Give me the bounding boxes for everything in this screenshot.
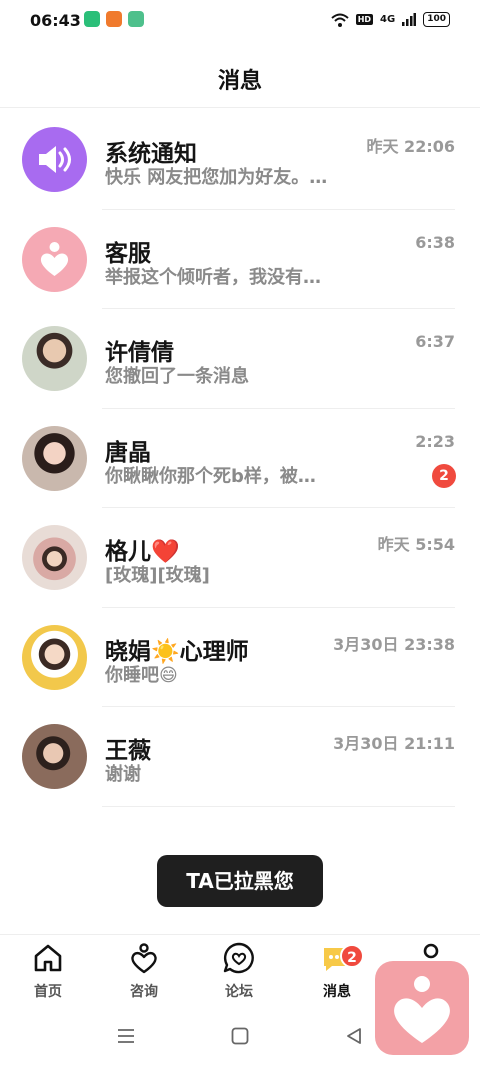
conversation-item[interactable]: 客服 举报这个倾听者，我没有… 6:38 [0,210,480,309]
conversation-item[interactable]: 唐晶 你瞅瞅你那个死b样，被… 2:23 2 [0,409,480,508]
conversation-preview: 您撤回了一条消息 [105,366,249,387]
avatar [22,724,87,789]
conversation-time: 3月30日 21:11 [333,734,455,753]
conversation-preview: 你睡吧😄 [105,664,178,686]
speaker-icon [22,127,87,192]
menu-icon[interactable] [116,1026,136,1046]
tab-label: 首页 [34,984,62,1000]
conversation-preview: 举报这个倾听者，我没有… [105,266,321,288]
tab-label: 咨询 [130,984,158,1000]
conversation-item[interactable]: 格儿❤️ [玫瑰][玫瑰] 昨天 5:54 [0,508,480,608]
unread-badge: 2 [432,463,456,488]
toast-message: TA已拉黑您 [157,855,323,907]
conversation-item[interactable]: 晓娟☀️心理师 你睡吧😄 3月30日 23:38 [0,608,480,707]
conversation-preview: 快乐 网友把您加为好友。… [105,167,328,188]
heart-person-icon [131,943,157,974]
conversation-list: 系统通知 快乐 网友把您加为好友。… 昨天 22:06 客服 举报这个倾听者，我… [0,110,480,807]
wifi-icon [331,13,349,27]
app-notification-icon [84,11,100,27]
system-nav-bar [0,1012,480,1067]
conversation-time: 2:23 [415,431,455,451]
conversation-time: 6:38 [415,232,455,252]
home-square-icon[interactable] [230,1026,250,1046]
conversation-item[interactable]: 王薇 谢谢 3月30日 21:11 [0,707,480,807]
hd-icon: HD [355,14,374,25]
signal-icon [402,13,417,26]
conversation-time: 6:37 [415,332,455,351]
status-indicators: HD 4G 100 [331,12,450,27]
conversation-time: 昨天 5:54 [377,535,455,554]
header: 消息 [0,48,480,108]
conversation-time: 3月30日 23:38 [333,634,455,654]
conversation-preview: [玫瑰][玫瑰] [105,565,210,586]
tab-label: 论坛 [225,984,253,1000]
avatar [22,525,87,590]
page-title: 消息 [217,69,262,94]
divider [102,805,455,807]
app-notification-icon [106,11,122,27]
status-time: 06:43 [30,11,81,30]
status-app-icons [84,11,144,27]
avatar [22,326,87,391]
avatar [22,425,87,491]
avatar [22,624,87,690]
battery-icon: 100 [423,12,450,27]
conversation-preview: 谢谢 [105,764,141,785]
tab-badge: 2 [340,944,364,968]
tab-consult[interactable]: 咨询 [109,941,179,1001]
conversation-preview: 你瞅瞅你那个死b样，被… [105,465,316,487]
tab-forum[interactable]: 论坛 [204,941,274,1001]
tab-home[interactable]: 首页 [13,941,83,1001]
heart-person-icon [22,226,87,292]
network-label: 4G [380,14,396,25]
heart-chat-icon [223,942,254,974]
tab-messages[interactable]: 2 消息 [302,941,372,1001]
home-icon [34,944,62,972]
conversation-item[interactable]: 许倩倩 您撤回了一条消息 6:37 [0,309,480,409]
tab-label: 消息 [323,984,351,1000]
status-bar: 06:43 HD 4G 100 [0,0,480,40]
back-icon[interactable] [344,1026,364,1046]
conversation-item[interactable]: 系统通知 快乐 网友把您加为好友。… 昨天 22:06 [0,110,480,210]
conversation-time: 昨天 22:06 [366,137,455,156]
app-notification-icon [128,11,144,27]
